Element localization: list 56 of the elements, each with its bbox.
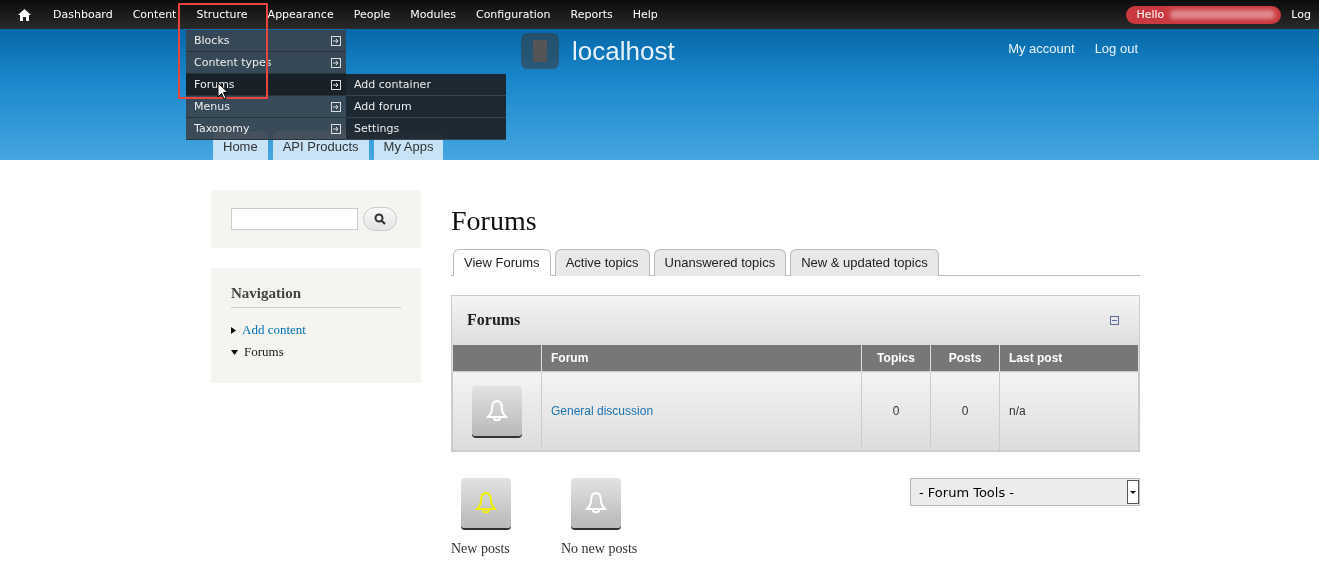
toolbar-link[interactable]: Appearance: [257, 8, 344, 21]
table-cell: 0: [930, 371, 1000, 451]
menu-item[interactable]: Forums: [186, 74, 346, 96]
site-name[interactable]: localhost: [572, 35, 675, 67]
home-icon[interactable]: [18, 8, 31, 21]
arrow-icon: [331, 79, 341, 90]
toolbar-link[interactable]: Help: [622, 8, 668, 21]
nav-link[interactable]: Add content: [242, 322, 306, 338]
arrow-icon: [331, 57, 341, 68]
forum-tools-select[interactable]: - Forum Tools -: [910, 478, 1140, 506]
logo-icon: [520, 32, 560, 70]
column-header: Last post: [999, 344, 1139, 372]
menu-item-label: Forums: [194, 78, 235, 91]
toolbar-link[interactable]: Modules: [400, 8, 466, 21]
collapse-icon: [1110, 315, 1119, 325]
arrow-icon: [331, 123, 341, 134]
legend-label: No new posts: [561, 541, 638, 557]
table-cell: 0: [861, 371, 931, 451]
toolbar-link[interactable]: Content: [122, 8, 187, 21]
header-link[interactable]: Log out: [1094, 41, 1138, 56]
toolbar-link[interactable]: Structure: [186, 8, 258, 21]
tab[interactable]: Unanswered topics: [653, 249, 787, 276]
search-button[interactable]: [363, 207, 397, 231]
submenu-item[interactable]: Add forum: [346, 96, 506, 118]
toolbar-link[interactable]: Configuration: [465, 8, 561, 21]
nav-link[interactable]: Forums: [244, 344, 284, 360]
menu-item-label: Blocks: [194, 34, 230, 47]
column-header: Posts: [930, 344, 1000, 372]
submenu-item[interactable]: Add container: [346, 74, 506, 96]
select-value: - Forum Tools -: [919, 484, 1015, 500]
menu-item[interactable]: Blocks: [186, 30, 346, 52]
block-title: Forums: [467, 311, 521, 329]
user-badge[interactable]: Hello: [1126, 5, 1282, 24]
toolbar-link[interactable]: Reports: [560, 8, 623, 21]
menu-item-label: Menus: [194, 100, 230, 113]
header-link[interactable]: My account: [1008, 41, 1075, 56]
menu-item[interactable]: Taxonomy: [186, 118, 346, 140]
logout-link[interactable]: Log: [1291, 8, 1311, 21]
legend-label: New posts: [451, 541, 510, 557]
toolbar-link[interactable]: People: [343, 8, 401, 21]
column-header: Forum: [541, 344, 862, 372]
page-title: Forums: [451, 205, 538, 237]
greeting-text: Hello: [1136, 8, 1165, 21]
search-field[interactable]: [231, 208, 358, 230]
panel-title: Navigation: [231, 285, 401, 308]
search-icon: [374, 213, 386, 225]
submenu-item[interactable]: Settings: [346, 118, 506, 140]
toolbar-link[interactable]: Dashboard: [43, 8, 123, 21]
forum-link[interactable]: General discussion: [551, 404, 654, 418]
arrow-icon: [331, 101, 341, 112]
arrow-icon: [331, 35, 341, 46]
table-cell: n/a: [999, 371, 1139, 451]
tab[interactable]: Active topics: [554, 249, 650, 276]
tab[interactable]: New & updated topics: [790, 249, 939, 276]
column-header: Topics: [861, 344, 931, 372]
tab[interactable]: View Forums: [453, 249, 551, 276]
